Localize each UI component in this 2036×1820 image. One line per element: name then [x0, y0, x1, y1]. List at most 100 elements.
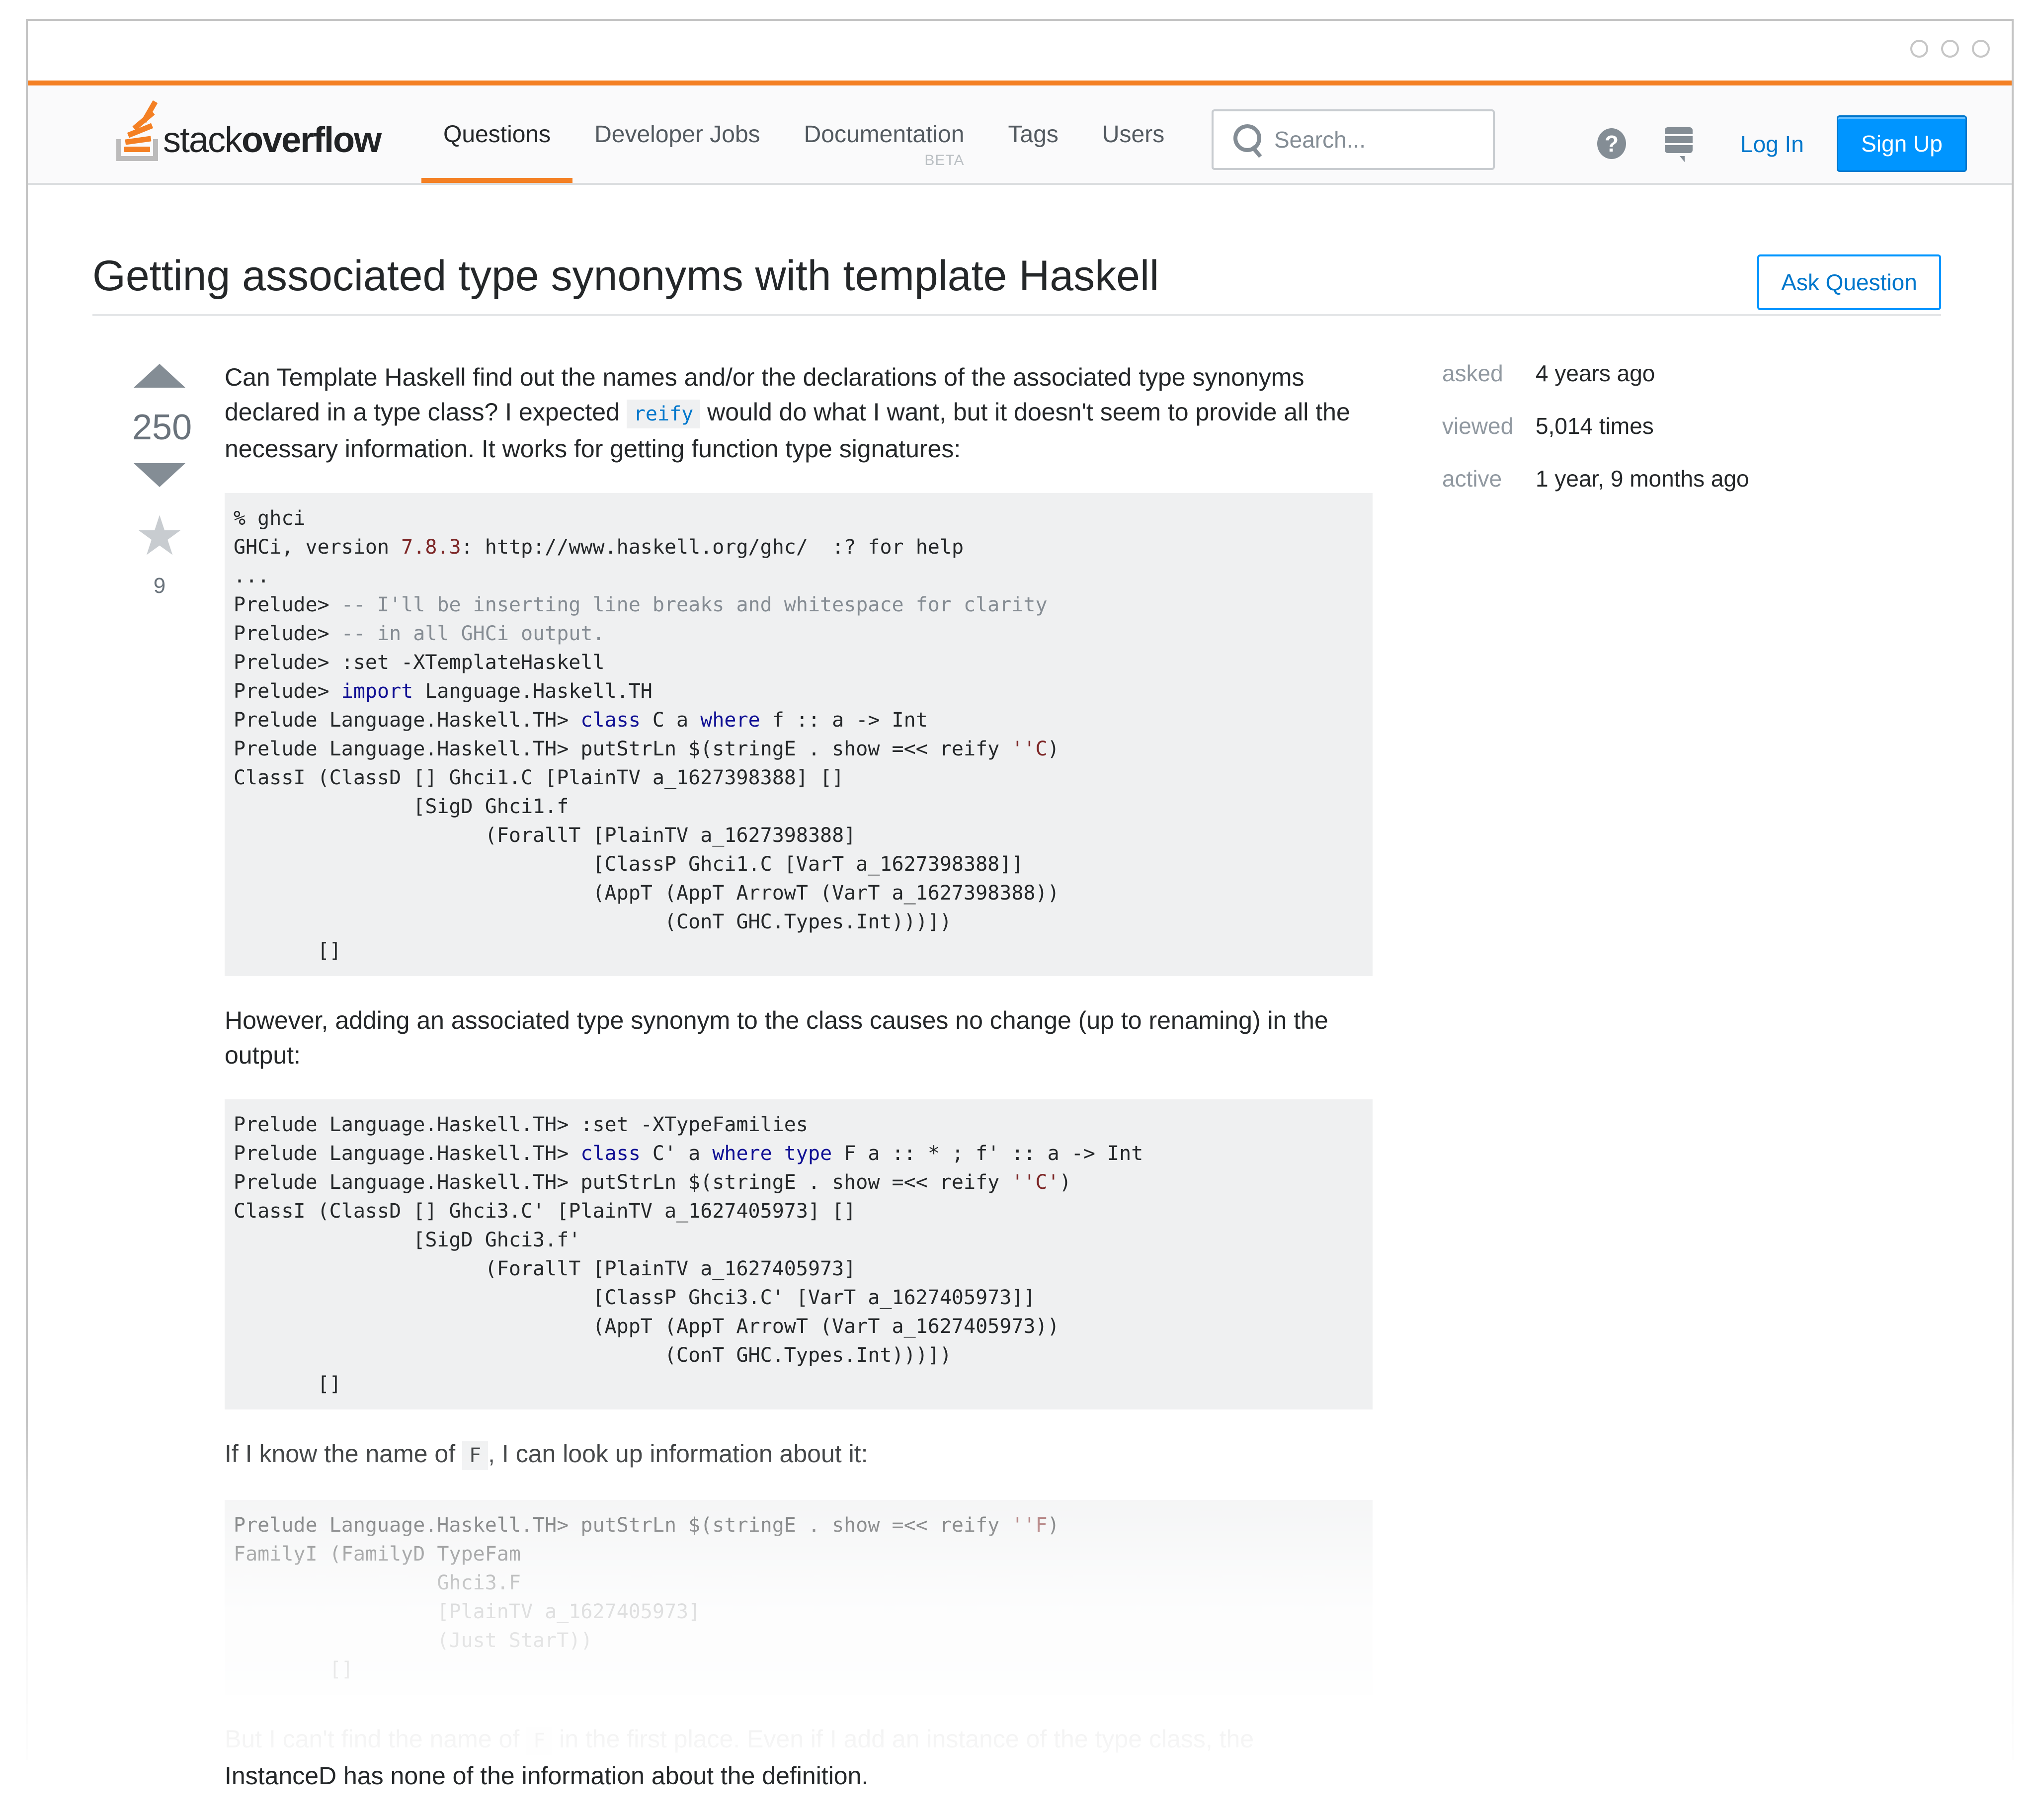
main-nav: Questions Developer Jobs Documentation BE… — [421, 85, 1186, 183]
code-token: (ConT GHC.Types.Int)))]) — [234, 1344, 952, 1367]
nav-users[interactable]: Users — [1080, 85, 1186, 183]
code-token: Prelude> :set -XTemplateHaskell — [234, 651, 605, 674]
stack-exchange-chat-icon[interactable] — [1665, 127, 1693, 162]
code-token: ) — [1047, 1514, 1059, 1537]
favorite-star-icon[interactable]: ★ — [132, 509, 187, 564]
nav-label: Documentation — [804, 121, 965, 148]
nav-label: Developer Jobs — [594, 121, 760, 148]
code-token: (ConT GHC.Types.Int)))]) — [234, 910, 952, 933]
window-control-circle-icon[interactable] — [1910, 40, 1928, 58]
stat-asked: asked 4 years ago — [1442, 360, 1889, 413]
window-controls — [1910, 40, 1990, 58]
search-input[interactable] — [1273, 126, 1484, 154]
stat-value: 5,014 times — [1536, 413, 1654, 439]
vote-cell: 250 ★ 9 — [132, 364, 192, 598]
stat-active: active 1 year, 9 months ago — [1442, 465, 1889, 518]
stat-viewed: viewed 5,014 times — [1442, 413, 1889, 465]
vote-count: 250 — [132, 408, 192, 447]
code-line: [ClassP Ghci3.C' [VarT a_1627405973]] — [234, 1286, 1036, 1309]
code-block: % ghci GHCi, version 7.8.3: http://www.h… — [225, 493, 1373, 976]
code-line: [] — [234, 1373, 341, 1396]
code-token: ClassI (ClassD [] Ghci3.C' [PlainTV a_16… — [234, 1200, 856, 1223]
inline-code-reify[interactable]: reify — [626, 400, 701, 428]
code-token-com: -- I'll be inserting line breaks and whi… — [341, 593, 1048, 616]
code-line: Prelude Language.Haskell.TH> putStrLn $(… — [234, 738, 1059, 760]
code-token: ) — [1059, 1171, 1071, 1194]
nav-developer-jobs[interactable]: Developer Jobs — [572, 85, 782, 183]
code-line: ClassI (ClassD [] Ghci3.C' [PlainTV a_16… — [234, 1200, 856, 1223]
code-token: F a :: * ; f' :: a -> Int — [832, 1142, 1143, 1165]
window-control-circle-icon[interactable] — [1972, 40, 1990, 58]
code-line: % ghci — [234, 507, 306, 530]
question-stats-sidebar: asked 4 years ago viewed 5,014 times act… — [1442, 360, 1889, 518]
window-control-circle-icon[interactable] — [1941, 40, 1959, 58]
code-line: [PlainTV a_1627405973] — [234, 1600, 700, 1623]
code-token: Prelude Language.Haskell.TH> putStrLn $(… — [234, 738, 1012, 760]
code-token: Ghci3.F — [234, 1572, 521, 1594]
text: , I can look up information about it: — [488, 1440, 868, 1468]
code-line: Prelude Language.Haskell.TH> putStrLn $(… — [234, 1171, 1071, 1194]
code-line: Prelude> -- I'll be inserting line break… — [234, 593, 1048, 616]
downvote-arrow-icon[interactable] — [134, 463, 185, 487]
code-line: [] — [234, 939, 341, 962]
code-token: Prelude> — [234, 593, 341, 616]
title-bar — [28, 21, 2012, 81]
code-line: [SigD Ghci1.f — [234, 795, 569, 818]
code-line: FamilyI (FamilyD TypeFam — [234, 1543, 521, 1566]
help-icon[interactable]: ? — [1597, 128, 1626, 159]
code-token: Prelude Language.Haskell.TH> — [234, 709, 581, 732]
code-token: (AppT (AppT ArrowT (VarT a_1627398388)) — [234, 882, 1059, 905]
code-token-kw: type — [784, 1142, 832, 1165]
code-line: (AppT (AppT ArrowT (VarT a_1627398388)) — [234, 882, 1059, 905]
code-block: Prelude Language.Haskell.TH> putStrLn $(… — [225, 1500, 1373, 1695]
ask-question-button[interactable]: Ask Question — [1757, 254, 1941, 310]
code-token: : http://www.haskell.org/ghc/ :? for hel… — [461, 536, 964, 559]
question-title[interactable]: Getting associated type synonyms with te… — [92, 254, 1159, 297]
code-line: (ConT GHC.Types.Int)))]) — [234, 910, 952, 933]
favorite-count: 9 — [153, 574, 166, 598]
code-token: [SigD Ghci1.f — [234, 795, 569, 818]
stat-value[interactable]: 1 year, 9 months ago — [1536, 465, 1749, 492]
body-paragraph: If I know the name of F, I can look up i… — [225, 1436, 1373, 1473]
code-token-lit: ''F — [1011, 1514, 1048, 1537]
code-token: (AppT (AppT ArrowT (VarT a_1627405973)) — [234, 1315, 1059, 1338]
stat-value: 4 years ago — [1536, 360, 1655, 386]
logo-text-stack: stack — [163, 120, 243, 160]
text: in the first place. Even if I add an ins… — [552, 1725, 1254, 1753]
nav-documentation[interactable]: Documentation BETA — [782, 85, 986, 183]
code-line: ClassI (ClassD [] Ghci1.C [PlainTV a_162… — [234, 766, 844, 789]
upvote-arrow-icon[interactable] — [134, 364, 185, 388]
code-line: [ClassP Ghci1.C [VarT a_1627398388]] — [234, 853, 1023, 876]
stat-label: viewed — [1442, 413, 1514, 439]
code-token: (ForallT [PlainTV a_1627405973] — [234, 1257, 856, 1280]
code-token: ) — [1047, 738, 1059, 760]
nav-label: Tags — [1008, 121, 1059, 148]
log-in-link[interactable]: Log In — [1740, 124, 1804, 164]
code-token: [PlainTV a_1627405973] — [234, 1600, 701, 1623]
beta-badge: BETA — [924, 152, 965, 168]
search-icon — [1233, 122, 1263, 157]
logo-wordmark: stackoverflow — [163, 120, 382, 161]
code-token: [ClassP Ghci1.C [VarT a_1627398388]] — [234, 853, 1024, 876]
nav-tags[interactable]: Tags — [986, 85, 1080, 183]
code-token: (Just StarT)) — [234, 1629, 593, 1652]
sign-up-button[interactable]: Sign Up — [1837, 115, 1967, 172]
code-line: [SigD Ghci3.f' — [234, 1229, 580, 1251]
code-token: Prelude> — [234, 622, 341, 645]
top-navigation-bar: stackoverflow Questions Developer Jobs D… — [28, 81, 2012, 185]
code-token: Language.Haskell.TH — [413, 680, 652, 703]
code-line: Prelude Language.Haskell.TH> :set -XType… — [234, 1113, 808, 1136]
nav-questions[interactable]: Questions — [421, 85, 573, 183]
code-token: [] — [234, 939, 341, 962]
inline-code-f: F — [526, 1727, 553, 1755]
stat-label: asked — [1442, 360, 1503, 386]
code-line: (ForallT [PlainTV a_1627405973] — [234, 1257, 856, 1280]
text: InstanceD has none of the information ab… — [225, 1762, 869, 1790]
stackoverflow-logo[interactable]: stackoverflow — [112, 100, 382, 161]
code-token: [] — [234, 1373, 341, 1396]
code-line: Prelude> -- in all GHCi output. — [234, 622, 605, 645]
code-line: (AppT (AppT ArrowT (VarT a_1627405973)) — [234, 1315, 1059, 1338]
search-box[interactable] — [1212, 109, 1495, 170]
code-token: [ClassP Ghci3.C' [VarT a_1627405973]] — [234, 1286, 1036, 1309]
